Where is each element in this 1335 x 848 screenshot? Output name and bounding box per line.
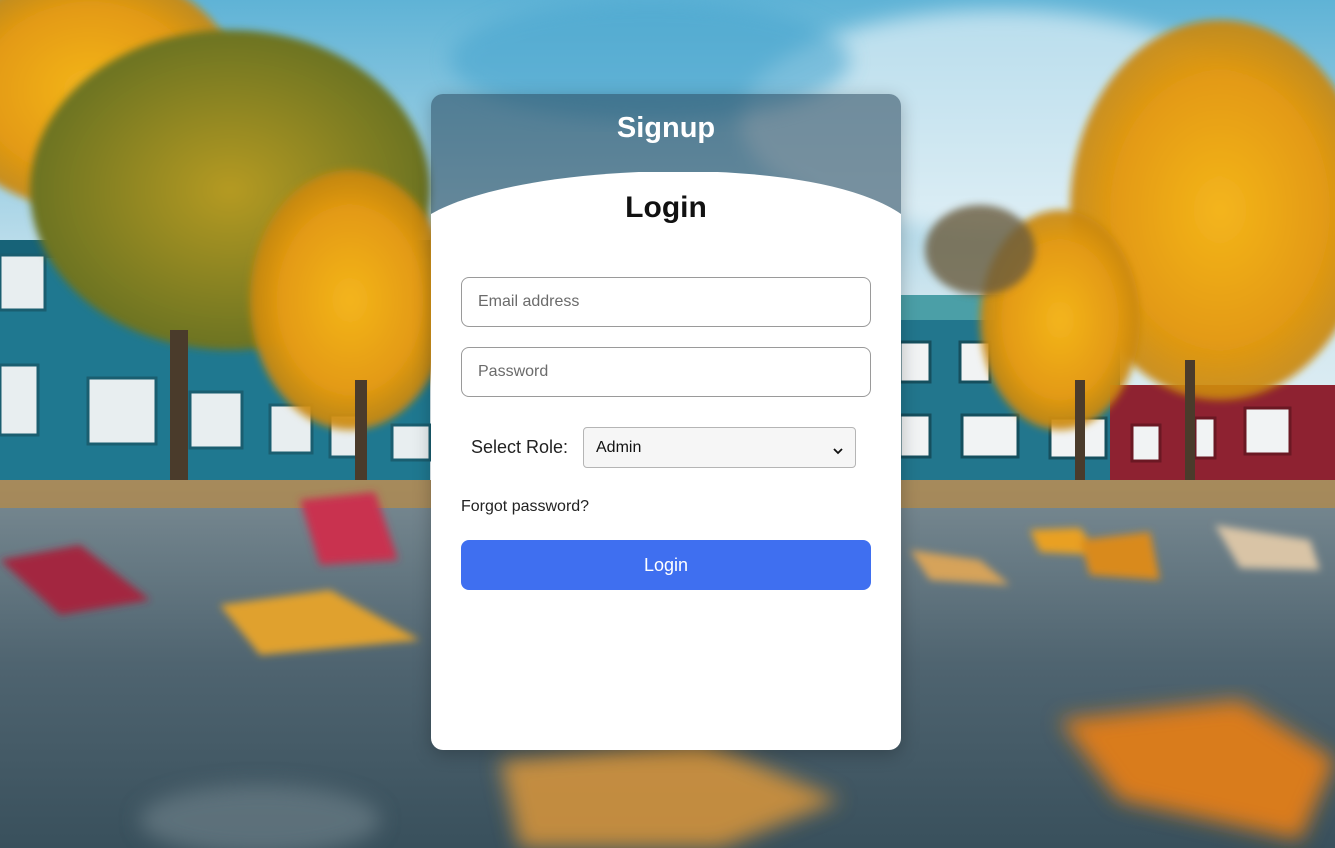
login-button[interactable]: Login [461,540,871,590]
login-panel: Login Select Role: Admin Forgot password… [431,172,901,750]
auth-card: Signup Login Select Role: Admin Forgot p… [431,94,901,750]
role-label: Select Role: [471,437,569,457]
role-select[interactable]: Admin [583,427,856,468]
chevron-down-icon [833,443,843,454]
password-field[interactable] [461,347,871,397]
signup-tab[interactable]: Signup [431,112,901,145]
email-field[interactable] [461,277,871,327]
role-select-value: Admin [596,438,642,456]
login-title: Login [625,191,707,224]
forgot-password-link[interactable]: Forgot password? [461,498,589,516]
